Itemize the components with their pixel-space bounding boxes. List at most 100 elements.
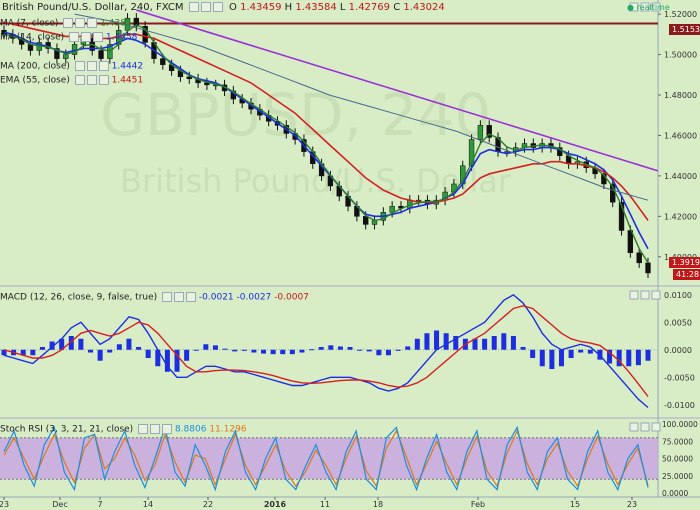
eye-icon[interactable]	[74, 61, 85, 71]
time-tick-label: 7	[97, 500, 102, 509]
settings-icon[interactable]	[200, 2, 211, 12]
hline-price-tag: 1.51538	[669, 24, 700, 35]
stoch-tick-label: 100.0000	[662, 420, 698, 429]
ma14-label: MA (14, close)	[0, 32, 65, 43]
ma14-value: 1.4458	[105, 32, 138, 43]
legend-stoch[interactable]: Stoch RSI (3, 3, 21, 21, close) 8.8806 1…	[0, 424, 247, 436]
price-tick-label: 1.50000	[664, 51, 697, 60]
price-tick-label: 1.42000	[664, 212, 697, 221]
close-icon[interactable]	[87, 18, 98, 28]
macd-value-2: -0.0027	[236, 292, 272, 303]
macd-histogram-bar	[414, 338, 420, 350]
close-value: 1.43024	[403, 2, 445, 13]
eye-icon[interactable]	[63, 18, 74, 28]
time-tick-label: Dec	[52, 500, 67, 509]
macd-histogram-bar	[251, 349, 257, 353]
macd-histogram-bar	[309, 349, 315, 351]
macd-histogram-bar	[405, 346, 411, 350]
macd-histogram-bar	[549, 349, 555, 369]
macd-histogram-bar	[385, 349, 391, 356]
macd-histogram-bar	[107, 349, 113, 353]
countdown-tag: 41:28	[673, 269, 700, 280]
macd-histogram-bar	[318, 347, 324, 350]
macd-histogram-bar	[299, 349, 305, 353]
macd-histogram-bar	[424, 333, 430, 350]
macd-histogram-bar	[203, 344, 209, 350]
macd-histogram-bar	[337, 346, 343, 350]
close-icon[interactable]	[162, 424, 173, 434]
legend-macd[interactable]: MACD (12, 26, close, 9, false, true) -0.…	[0, 292, 309, 304]
macd-histogram-bar	[222, 348, 228, 350]
macd-histogram-bar	[491, 336, 497, 350]
macd-histogram-bar	[289, 349, 295, 355]
close-icon[interactable]	[186, 292, 197, 302]
macd-histogram-bar	[184, 349, 190, 361]
price-tick-label: 1.44000	[664, 172, 697, 181]
settings-icon[interactable]	[86, 75, 97, 85]
macd-histogram-bar	[212, 345, 218, 350]
close-icon[interactable]	[212, 2, 223, 12]
macd-histogram-bar	[395, 349, 401, 351]
legend-ma14[interactable]: MA (14, close) 1.4458	[0, 32, 137, 44]
macd-histogram-bar	[626, 349, 632, 367]
macd-histogram-bar	[97, 349, 103, 361]
settings-icon[interactable]	[81, 32, 92, 42]
macd-tick-label: -0.0050	[664, 373, 695, 382]
stoch-k-value: 8.8806	[174, 424, 207, 435]
macd-histogram-bar	[232, 349, 238, 352]
time-tick-label: 23	[0, 500, 9, 509]
low-value: 1.42769	[348, 2, 391, 13]
macd-histogram-bar	[530, 349, 536, 358]
time-tick-label: 2016	[264, 500, 287, 509]
price-tick-label: 1.48000	[664, 91, 697, 100]
eye-icon[interactable]	[188, 2, 199, 12]
realtime-label: realtime	[636, 3, 670, 12]
time-tick-label: 11	[320, 500, 330, 509]
time-tick-label: Feb	[471, 500, 485, 509]
close-icon[interactable]	[93, 32, 104, 42]
high-value: 1.43584	[295, 2, 337, 13]
macd-histogram-bar	[136, 347, 142, 350]
macd-histogram-bar	[558, 349, 564, 367]
macd-histogram-bar	[357, 349, 363, 351]
legend-ema55[interactable]: EMA (55, close) 1.4451	[0, 75, 143, 87]
macd-histogram-bar	[587, 349, 593, 354]
high-label: H	[284, 2, 293, 13]
eye-icon[interactable]	[162, 292, 173, 302]
close-icon[interactable]	[98, 75, 109, 85]
legend-header: British Pound/U.S. Dollar, 240, FXCM O 1…	[2, 2, 445, 13]
open-label: O	[229, 2, 237, 13]
candle-body	[389, 205, 395, 213]
legend-ma7[interactable]: MA (7, close) 1.4385	[0, 18, 132, 30]
macd-histogram-bar	[635, 349, 641, 366]
settings-icon[interactable]	[174, 292, 185, 302]
close-icon[interactable]	[98, 61, 109, 71]
ma200-value: 1.4442	[111, 61, 144, 72]
pane-control-icon	[640, 290, 650, 300]
settings-icon[interactable]	[86, 61, 97, 71]
time-tick-label: 18	[373, 500, 383, 509]
pane-control-icon	[651, 422, 661, 432]
realtime-indicator: ● realtime	[627, 3, 670, 12]
stoch-tick-label: 25.0000	[662, 472, 693, 481]
legend-ma200[interactable]: MA (200, close) 1.4442	[0, 61, 143, 73]
macd-histogram-bar	[434, 330, 440, 350]
low-label: L	[339, 2, 346, 13]
eye-icon[interactable]	[69, 32, 80, 42]
macd-tick-label: 0.0050	[664, 318, 692, 327]
stoch-d-value: 11.1296	[209, 424, 247, 435]
macd-histogram-bar	[78, 338, 84, 350]
stoch-tick-label: 50.0000	[662, 455, 693, 464]
pane-control-icon	[651, 290, 661, 300]
pane-control-icon	[629, 290, 639, 300]
eye-icon[interactable]	[138, 424, 149, 434]
macd-histogram-bar	[578, 349, 584, 353]
ma7-label: MA (7, close)	[0, 18, 59, 29]
settings-icon[interactable]	[150, 424, 161, 434]
eye-icon[interactable]	[74, 75, 85, 85]
candle-body	[186, 76, 192, 80]
macd-histogram-bar	[376, 349, 382, 356]
macd-histogram-bar	[193, 349, 199, 351]
macd-histogram-bar	[88, 349, 94, 353]
settings-icon[interactable]	[75, 18, 86, 28]
